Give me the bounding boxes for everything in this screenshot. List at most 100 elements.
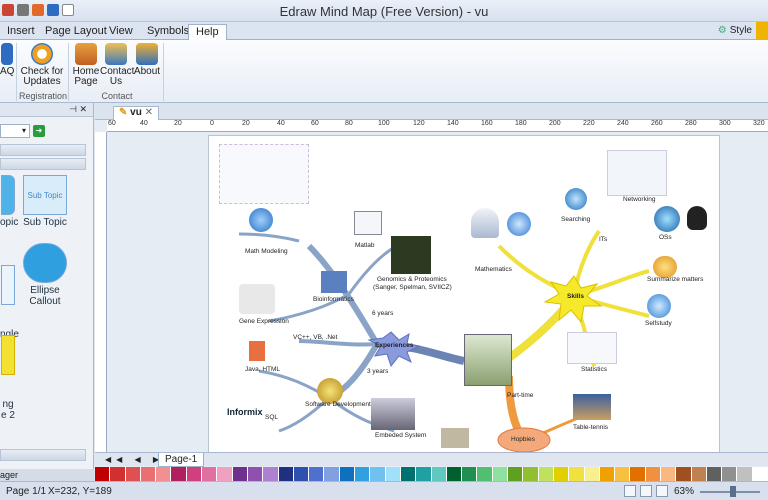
node-genomics-sub[interactable]: (Sanger, Spelman, SVIICZ) [373, 284, 452, 291]
shape-topic[interactable]: opic [0, 175, 18, 228]
color-swatch[interactable] [355, 467, 371, 481]
color-swatch[interactable] [293, 467, 310, 481]
style-button[interactable]: ⚙ Style [718, 25, 752, 36]
color-swatch[interactable] [431, 467, 447, 481]
color-swatch[interactable] [599, 467, 616, 481]
library-category-bar[interactable] [0, 144, 86, 156]
color-swatch[interactable] [232, 467, 248, 481]
node-matlab[interactable]: Matlab [355, 242, 375, 249]
tab-help[interactable]: Help [188, 24, 227, 40]
shape-starburst[interactable]: ng e 2 [0, 313, 16, 443]
color-swatch[interactable] [370, 467, 386, 481]
check-updates-button[interactable]: Check for Updates [20, 43, 64, 87]
node-bioinformatics[interactable]: Bioinformatics [313, 296, 354, 303]
color-swatch[interactable] [462, 467, 478, 481]
node-sql[interactable]: SQL [265, 414, 278, 421]
color-swatch[interactable] [416, 467, 432, 481]
home-page-button[interactable]: Home Page [72, 43, 100, 87]
node-6-years[interactable]: 6 years [372, 310, 393, 317]
view-full-icon[interactable] [656, 485, 668, 497]
color-swatch[interactable] [202, 467, 218, 481]
library-category-bar[interactable] [0, 158, 86, 170]
node-part-time[interactable]: Part-time [507, 392, 533, 399]
color-swatch[interactable] [385, 467, 401, 481]
color-swatch[interactable] [645, 467, 661, 481]
color-swatch[interactable] [569, 467, 585, 481]
color-swatch[interactable] [523, 467, 539, 481]
node-java-html[interactable]: Java, HTML [245, 366, 280, 373]
color-swatch[interactable] [722, 467, 738, 481]
view-normal-icon[interactable] [624, 485, 636, 497]
color-swatch[interactable] [324, 467, 340, 481]
node-experiences[interactable]: Experiences [375, 342, 413, 349]
color-swatch[interactable] [110, 467, 126, 481]
node-3-years[interactable]: 3 years [367, 368, 388, 375]
color-swatch[interactable] [691, 467, 707, 481]
color-swatch[interactable] [309, 467, 325, 481]
node-searching[interactable]: Searching [561, 216, 590, 223]
color-swatch[interactable] [752, 467, 768, 481]
zoom-slider-handle[interactable] [730, 486, 736, 497]
color-swatch[interactable] [446, 467, 463, 481]
faq-button[interactable]: AQ [0, 43, 14, 77]
color-swatch[interactable] [660, 467, 677, 481]
node-genomics[interactable]: Genomics & Proteomics [377, 276, 447, 283]
color-swatch[interactable] [676, 467, 692, 481]
node-its[interactable]: ITs [599, 236, 607, 243]
color-swatch[interactable] [186, 467, 203, 481]
color-swatch[interactable] [263, 467, 279, 481]
node-gene-expression[interactable]: Gene Expression [239, 318, 289, 325]
mindmap-page[interactable]: Informix Math Modeling Matlab Genomics &… [208, 135, 720, 453]
color-swatch[interactable] [584, 467, 600, 481]
node-embeded-system[interactable]: Embeded System [375, 432, 426, 439]
color-swatch[interactable] [247, 467, 264, 481]
library-go-icon[interactable]: ➜ [33, 125, 45, 137]
color-swatch[interactable] [95, 467, 111, 481]
color-swatch[interactable] [615, 467, 631, 481]
color-swatch[interactable] [492, 467, 509, 481]
library-combo[interactable]: ▾ [0, 124, 30, 138]
node-networking[interactable]: Networking [623, 196, 656, 203]
node-vc-vb-net[interactable]: VC++, VB, .Net [293, 334, 337, 341]
color-swatch[interactable] [706, 467, 723, 481]
node-table-tennis[interactable]: Table-tennis [573, 424, 608, 431]
color-swatch[interactable] [140, 467, 157, 481]
color-swatch[interactable] [125, 467, 141, 481]
color-swatch[interactable] [217, 467, 233, 481]
contact-us-button[interactable]: Contact Us [100, 43, 134, 87]
color-swatch[interactable] [400, 467, 417, 481]
color-swatch[interactable] [737, 467, 753, 481]
node-selfstudy[interactable]: Selfstudy [645, 320, 672, 327]
node-software-development[interactable]: Software Development [305, 401, 371, 408]
help-corner-icon[interactable] [756, 22, 768, 40]
node-statistics[interactable]: Statistics [581, 366, 607, 373]
color-swatch[interactable] [278, 467, 294, 481]
node-oss[interactable]: OSs [659, 234, 672, 241]
color-swatch[interactable] [538, 467, 554, 481]
view-fit-icon[interactable] [640, 485, 652, 497]
color-palette[interactable] [95, 467, 768, 481]
node-skills[interactable]: Skills [567, 293, 584, 300]
contact-group-label: Contact [101, 91, 133, 101]
library-category-bar[interactable] [0, 449, 86, 461]
tab-insert[interactable]: Insert [0, 24, 42, 40]
color-swatch[interactable] [171, 467, 187, 481]
color-swatch[interactable] [508, 467, 524, 481]
about-button[interactable]: About [133, 43, 161, 77]
node-summarize-matters[interactable]: Summarize matters [647, 276, 703, 283]
shape-sub-topic[interactable]: Sub Topic Sub Topic [22, 175, 68, 228]
node-mathematics[interactable]: Mathematics [475, 266, 512, 273]
color-swatch[interactable] [630, 467, 646, 481]
shape-ellipse-callout[interactable]: Ellipse Callout [22, 243, 68, 307]
document-tab-vu[interactable]: ✎ vu ✕ [113, 106, 160, 120]
tab-view[interactable]: View [102, 24, 140, 40]
page-tab[interactable]: Page-1 [158, 453, 205, 467]
node-hopbies[interactable]: Hopbies [511, 436, 535, 443]
color-swatch[interactable] [339, 467, 356, 481]
color-swatch[interactable] [477, 467, 493, 481]
color-swatch[interactable] [156, 467, 172, 481]
panel-pin-close[interactable]: ⊣ ✕ [0, 103, 93, 117]
color-swatch[interactable] [553, 467, 570, 481]
close-tab-icon[interactable]: ✕ [145, 107, 153, 118]
node-math-modeling[interactable]: Math Modeling [245, 248, 288, 255]
